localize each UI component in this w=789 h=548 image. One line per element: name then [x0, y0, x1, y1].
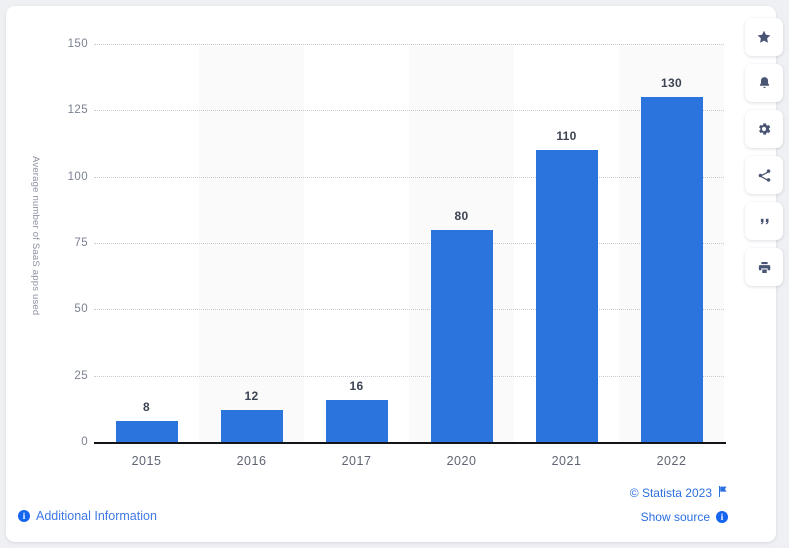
copyright-notice: © Statista 2023 — [630, 486, 728, 500]
cite-button[interactable] — [745, 202, 783, 240]
additional-information-link[interactable]: i Additional Information — [18, 509, 157, 523]
bar-value-label: 16 — [349, 378, 364, 393]
x-tick-label: 2017 — [341, 454, 372, 468]
settings-button[interactable] — [745, 110, 783, 148]
bar-value-label: 130 — [661, 76, 682, 91]
y-axis-ticks: 0 25 50 75 100 125 150 — [38, 38, 88, 448]
card-footer: i Additional Information © Statista 2023… — [6, 476, 776, 542]
x-tick-label: 2022 — [656, 454, 687, 468]
x-tick-label: 2016 — [236, 454, 267, 468]
additional-information-label: Additional Information — [36, 509, 157, 523]
x-axis-ticks: 2015 2016 2017 2020 2021 2022 — [94, 446, 724, 476]
bar[interactable]: 110 — [535, 129, 598, 442]
citation-quote-icon — [757, 214, 772, 229]
notification-bell-icon — [757, 75, 772, 91]
bar-value-label: 80 — [454, 208, 469, 223]
chart-card: Average number of SaaS apps used 0 25 50 75… — [6, 6, 776, 542]
plot-region: 8 12 16 80 110 130 — [94, 44, 724, 442]
print-button[interactable] — [745, 248, 783, 286]
y-tick-label: 25 — [74, 369, 88, 382]
share-icon — [757, 168, 772, 183]
flag-icon — [718, 486, 728, 500]
bar[interactable]: 130 — [640, 76, 703, 442]
gridline — [94, 243, 724, 244]
bar-value-label: 110 — [556, 129, 577, 144]
bar[interactable]: 16 — [325, 379, 388, 442]
bar[interactable]: 12 — [220, 389, 283, 442]
chart-area: Average number of SaaS apps used 0 25 50 75… — [6, 6, 776, 476]
info-icon: i — [18, 510, 30, 522]
copyright-label: © Statista 2023 — [629, 486, 712, 500]
x-tick-label: 2021 — [551, 454, 582, 468]
bar-value-label: 8 — [143, 399, 150, 414]
bar-value-label: 12 — [244, 389, 259, 404]
notification-button[interactable] — [745, 64, 783, 102]
share-button[interactable] — [745, 156, 783, 194]
x-axis-line — [94, 442, 726, 444]
y-tick-label: 100 — [67, 170, 88, 183]
tool-rail — [745, 18, 785, 286]
settings-gear-icon — [756, 121, 772, 137]
favorite-star-icon — [756, 29, 772, 45]
x-tick-label: 2020 — [446, 454, 477, 468]
y-tick-label: 150 — [67, 38, 88, 50]
gridline — [94, 176, 724, 178]
info-icon: i — [716, 511, 728, 523]
y-tick-label: 50 — [74, 303, 88, 316]
show-source-link[interactable]: Show source i — [641, 510, 728, 524]
favorite-button[interactable] — [745, 18, 783, 56]
x-tick-label: 2015 — [131, 454, 162, 468]
bar[interactable]: 80 — [430, 209, 493, 442]
show-source-label: Show source — [640, 510, 710, 524]
gridline — [94, 375, 724, 377]
y-tick-label: 125 — [67, 104, 88, 117]
print-icon — [757, 260, 772, 275]
y-tick-label: 75 — [74, 237, 88, 249]
gridline — [94, 309, 724, 311]
statista-chart-page: Average number of SaaS apps used 0 25 50 75… — [0, 0, 789, 548]
bar[interactable]: 8 — [115, 400, 178, 442]
y-tick-label: 0 — [81, 436, 88, 448]
gridline — [94, 110, 724, 112]
gridline — [94, 44, 724, 45]
